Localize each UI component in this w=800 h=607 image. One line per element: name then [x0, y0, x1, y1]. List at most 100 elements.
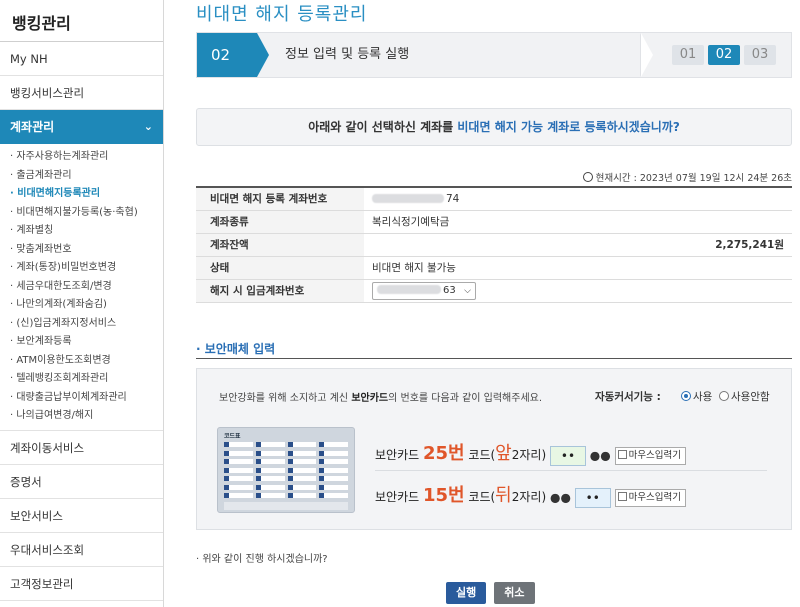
submenu-item[interactable]: · 세금우대한도조회/변경: [0, 278, 163, 297]
code-label: 코드(: [464, 448, 496, 462]
checkbox-icon: [617, 491, 627, 501]
security-card-grid: [224, 442, 348, 500]
current-time-text: 현재시간 : 2023년 07월 19일 12시 24분 26초: [595, 173, 792, 184]
submenu-item[interactable]: · 비대면해지불가등록(농·축협): [0, 204, 163, 223]
chevron-down-icon: ⌄: [143, 120, 153, 133]
action-buttons: 실행 취소: [446, 582, 535, 604]
security-card-footer: [224, 502, 348, 510]
masked-account-number: [372, 194, 444, 204]
sidebar-item-my-nh[interactable]: My NH: [0, 42, 163, 76]
submenu-item[interactable]: · 나만의계좌(계좌숨김): [0, 296, 163, 315]
radio-no-use[interactable]: 사용안함: [719, 389, 770, 404]
code-position: 앞: [495, 443, 512, 464]
clock-icon: [582, 172, 593, 182]
code-label: 보안카드: [375, 448, 423, 462]
section-divider: [196, 358, 792, 359]
sidebar-title: 뱅킹관리: [0, 0, 163, 42]
page-title: 비대면 해지 등록관리: [196, 4, 368, 25]
deposit-account-cell: 63 ⌵: [364, 279, 792, 303]
step-arrow-shape: [257, 33, 269, 77]
code-number: 25번: [422, 443, 465, 464]
radio-use[interactable]: 사용: [681, 389, 712, 404]
sidebar-item-customer-info[interactable]: 고객정보관리: [0, 567, 163, 601]
sidebar-item-account-management[interactable]: 계좌관리 ⌄: [0, 110, 163, 144]
sidebar-item-banking-service[interactable]: 뱅킹서비스관리: [0, 76, 163, 110]
account-number-label: 비대면 해지 등록 계좌번호: [196, 187, 364, 211]
deposit-account-label: 해지 시 입금계좌번호: [196, 279, 364, 303]
notice-text: 아래와 같이 선택하신 계좌를: [308, 120, 458, 134]
desc-bold: 보안카드: [351, 393, 389, 404]
sidebar-item-preferential-service[interactable]: 우대서비스조회: [0, 533, 163, 567]
code-label: 코드(: [464, 490, 496, 504]
submenu-item[interactable]: · ATM이용한도조회변경: [0, 352, 163, 371]
masked-digits: ●●: [589, 448, 611, 463]
security-code-input-1[interactable]: ••: [549, 445, 586, 466]
sidebar: 뱅킹관리 My NH 뱅킹서비스관리 계좌관리 ⌄ · 자주사용하는계좌관리 ·…: [0, 0, 164, 607]
table-row: 비대면 해지 등록 계좌번호 74: [196, 187, 792, 211]
security-code-row-1: 보안카드 25번 코드(앞2자리) •• ●● 마우스입력기: [375, 439, 687, 469]
security-code-input-2[interactable]: ••: [574, 487, 611, 508]
step-list: 01 02 03: [672, 45, 776, 65]
submenu-item[interactable]: · 계좌별칭: [0, 222, 163, 241]
chevron-down-icon: ⌵: [464, 285, 471, 296]
account-number-suffix: 74: [446, 192, 460, 205]
submenu-item[interactable]: · 보안계좌등록: [0, 333, 163, 352]
mouse-input-toggle[interactable]: 마우스입력기: [614, 488, 687, 507]
submenu-item[interactable]: · 출금계좌관리: [0, 167, 163, 186]
radio-no-use-label: 사용안함: [731, 391, 770, 403]
mouse-input-toggle[interactable]: 마우스입력기: [614, 446, 687, 465]
security-code-row-2: 보안카드 15번 코드(뒤2자리) ●● •• 마우스입력기: [375, 481, 687, 511]
table-row: 계좌잔액 2,275,241원: [196, 233, 792, 257]
sidebar-item-security-service[interactable]: 보안서비스: [0, 499, 163, 533]
sidebar-item-account-transfer[interactable]: 계좌이동서비스: [0, 431, 163, 465]
table-row: 계좌종류 복리식정기예탁금: [196, 210, 792, 234]
step-badge: 01: [672, 45, 704, 65]
submenu-item[interactable]: · 자주사용하는계좌관리: [0, 148, 163, 167]
radio-unselected-icon: [719, 391, 729, 401]
confirm-question: · 위와 같이 진행 하시겠습니까?: [196, 554, 328, 565]
cancel-button[interactable]: 취소: [494, 582, 535, 604]
table-row: 해지 시 입금계좌번호 63 ⌵: [196, 279, 792, 303]
notice-highlight: 비대면 해지 가능 계좌로 등록하시겠습니까?: [457, 120, 680, 134]
step-divider-shape: [641, 33, 653, 77]
submenu-item[interactable]: · 계좌(통장)비밀번호변경: [0, 259, 163, 278]
submenu-item[interactable]: · (신)입금계좌지정서비스: [0, 315, 163, 334]
code-label: 2자리): [511, 490, 547, 504]
radio-selected-icon: [681, 391, 691, 401]
step-badge: 03: [744, 45, 776, 65]
balance-value: 2,275,241원: [364, 233, 792, 257]
balance-label: 계좌잔액: [196, 233, 364, 257]
code-row-divider: [375, 470, 767, 471]
submenu-item[interactable]: · 텔레뱅킹조회계좌관리: [0, 370, 163, 389]
mouse-input-label: 마우스입력기: [628, 491, 682, 503]
security-description: 보안강화를 위해 소지하고 계신 보안카드의 번호를 다음과 같이 입력해주세요…: [219, 389, 542, 404]
sidebar-item-certificate[interactable]: 증명서: [0, 465, 163, 499]
submenu-item[interactable]: · 대량출금납부이체계좌관리: [0, 389, 163, 408]
desc-text: 보안강화를 위해 소지하고 계신: [219, 393, 352, 404]
account-type-label: 계좌종류: [196, 210, 364, 234]
execute-button[interactable]: 실행: [446, 582, 487, 604]
submenu-item[interactable]: · 맞춤계좌번호: [0, 241, 163, 260]
masked-digits: ●●: [549, 490, 571, 505]
deposit-account-suffix: 63: [443, 284, 456, 296]
confirmation-notice: 아래와 같이 선택하신 계좌를 비대면 해지 가능 계좌로 등록하시겠습니까?: [196, 108, 792, 146]
account-info-table: 비대면 해지 등록 계좌번호 74 계좌종류 복리식정기예탁금 계좌잔액 2,2…: [196, 186, 792, 303]
sidebar-active-label: 계좌관리: [10, 120, 55, 134]
security-card-image: 코드표: [217, 427, 355, 513]
step-indicator: 02 정보 입력 및 등록 실행 01 02 03: [196, 32, 792, 78]
account-type-value: 복리식정기예탁금: [364, 210, 792, 234]
masked-deposit-account: [377, 285, 441, 294]
status-value: 비대면 해지 불가능: [364, 256, 792, 280]
security-input-box: 보안강화를 위해 소지하고 계신 보안카드의 번호를 다음과 같이 입력해주세요…: [196, 368, 792, 530]
submenu-item[interactable]: · 나의급여변경/해지: [0, 407, 163, 426]
step-badge-active: 02: [708, 45, 740, 65]
account-number-value: 74: [364, 187, 792, 211]
submenu-item-active[interactable]: · 비대면해지등록관리: [0, 185, 163, 204]
status-label: 상태: [196, 256, 364, 280]
radio-use-label: 사용: [693, 391, 713, 403]
deposit-account-select[interactable]: 63 ⌵: [372, 281, 476, 300]
code-label: 2자리): [511, 448, 547, 462]
current-time: 현재시간 : 2023년 07월 19일 12시 24분 26초: [582, 170, 792, 184]
sidebar-submenu: · 자주사용하는계좌관리 · 출금계좌관리 · 비대면해지등록관리 · 비대면해…: [0, 144, 163, 431]
checkbox-icon: [617, 449, 627, 459]
